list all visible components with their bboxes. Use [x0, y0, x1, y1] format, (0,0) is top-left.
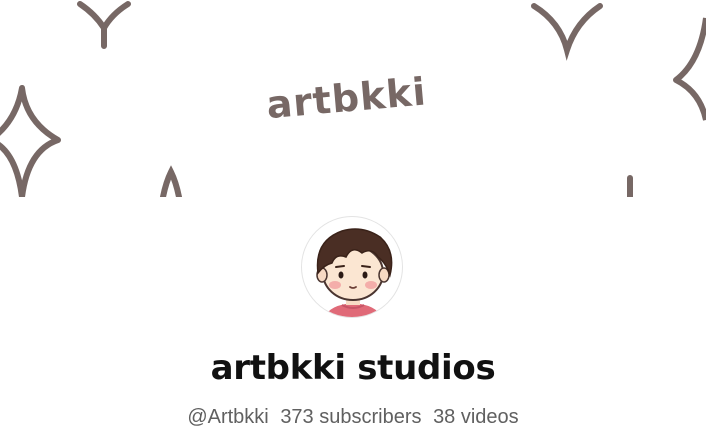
- video-count: 38 videos: [433, 406, 519, 428]
- banner-art: artbkki: [0, 1, 706, 197]
- channel-meta: @Artbkki 373 subscribers 38 videos: [0, 403, 706, 431]
- sparkle-icon: [160, 165, 182, 197]
- sparkle-icon: [77, 1, 131, 49]
- sparkle-icon: [673, 17, 706, 121]
- sparkle-icon: [531, 3, 603, 61]
- channel-handle[interactable]: @Artbkki: [187, 406, 268, 428]
- channel-banner: artbkki: [0, 0, 706, 197]
- channel-name: artbkki studios: [210, 348, 496, 388]
- sparkle-icon: [0, 85, 61, 197]
- banner-logo-text: artbkki: [265, 69, 429, 127]
- avatar-cartoon-boy-icon: [316, 228, 393, 317]
- avatar[interactable]: [301, 216, 403, 318]
- subscriber-count: 373 subscribers: [280, 406, 422, 428]
